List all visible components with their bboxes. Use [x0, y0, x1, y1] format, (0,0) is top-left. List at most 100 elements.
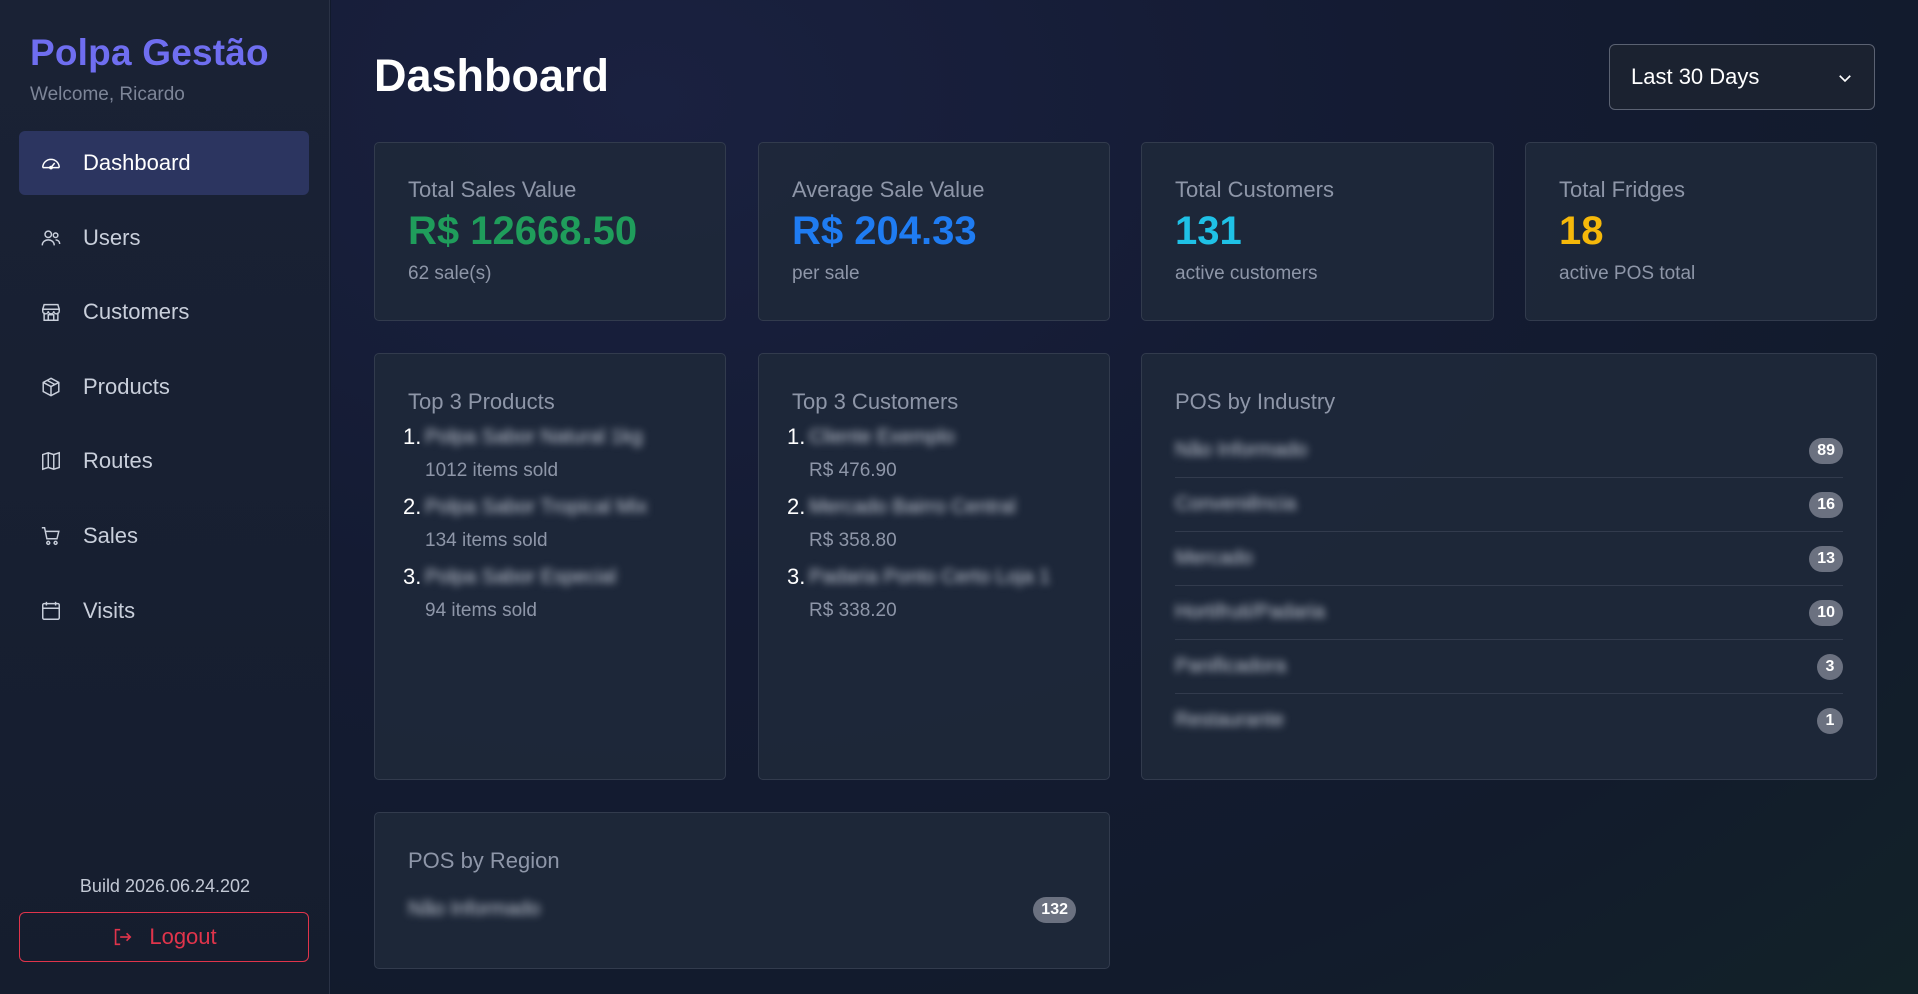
list-item: 2. Polpa Sabor Tropical Mix 134 items so…	[403, 494, 703, 564]
sidebar-item-label: Users	[83, 224, 141, 250]
stat-card-total-customers: Total Customers 131 active customers	[1141, 142, 1494, 321]
top-products-list: 1. Polpa Sabor Natural 1kg 1012 items so…	[403, 424, 703, 634]
rank-number: 3.	[787, 564, 806, 589]
sidebar-item-customers[interactable]: Customers	[19, 280, 309, 344]
stat-title: Total Sales Value	[408, 177, 577, 202]
list-item: Restaurante 1	[1175, 694, 1843, 748]
logout-button[interactable]: Logout	[19, 912, 309, 962]
sidebar-item-label: Sales	[83, 522, 139, 548]
sidebar-item-dashboard[interactable]: Dashboard	[19, 131, 309, 195]
welcome-text: Welcome, Ricardo	[30, 84, 185, 105]
top-products-card: Top 3 Products 1. Polpa Sabor Natural 1k…	[374, 353, 726, 780]
page-title: Dashboard	[374, 50, 610, 101]
pos-by-region-card: POS by Region Não Informado 132	[374, 812, 1110, 969]
items-sold: 94 items sold	[425, 600, 537, 621]
count-badge: 1	[1817, 708, 1843, 734]
list-item: Conveniência 16	[1175, 478, 1843, 532]
count-badge: 3	[1817, 654, 1843, 680]
top-customers-list: 1. Cliente Exemplo R$ 476.90 2. Mercado …	[787, 424, 1087, 634]
list-item: 3. Padaria Ponto Certo Loja 1 R$ 338.20	[787, 564, 1087, 634]
list-item: Mercado 13	[1175, 532, 1843, 586]
sidebar-item-label: Dashboard	[83, 150, 191, 175]
rank-number: 2.	[787, 494, 806, 519]
sidebar-item-label: Visits	[83, 597, 136, 623]
product-name: Polpa Sabor Tropical Mix	[425, 496, 648, 518]
list-item: Não Informado 132	[408, 883, 1076, 937]
industry-name: Restaurante	[1175, 709, 1284, 731]
list-item: 1. Polpa Sabor Natural 1kg 1012 items so…	[403, 424, 703, 494]
count-badge: 132	[1033, 897, 1076, 923]
count-badge: 16	[1809, 492, 1843, 518]
sidebar: Polpa Gestão Welcome, Ricardo Dashboard …	[0, 0, 330, 994]
product-name: Polpa Sabor Especial	[425, 566, 617, 588]
sidebar-item-products[interactable]: Products	[19, 355, 309, 419]
stat-subtitle: per sale	[792, 263, 860, 284]
count-badge: 10	[1809, 600, 1843, 626]
stat-value: R$ 204.33	[792, 209, 977, 253]
card-title: Top 3 Customers	[792, 389, 959, 414]
region-name: Não Informado	[408, 898, 541, 920]
stat-value: 18	[1559, 209, 1604, 253]
rank-number: 3.	[403, 564, 422, 589]
calendar-icon	[39, 599, 63, 623]
customer-name: Padaria Ponto Certo Loja 1	[809, 566, 1051, 588]
stat-title: Total Fridges	[1559, 177, 1685, 202]
customer-name: Cliente Exemplo	[809, 426, 955, 448]
date-range-select[interactable]: Last 30 Days	[1609, 44, 1875, 110]
sidebar-item-label: Customers	[83, 299, 190, 325]
stat-subtitle: active customers	[1175, 263, 1318, 284]
brand-title: Polpa Gestão	[30, 32, 269, 73]
stat-card-average-sale: Average Sale Value R$ 204.33 per sale	[758, 142, 1110, 321]
list-item: Não Informado 89	[1175, 424, 1843, 478]
items-sold: 134 items sold	[425, 530, 548, 551]
sidebar-item-routes[interactable]: Routes	[19, 429, 309, 493]
industry-name: Panificadora	[1175, 655, 1287, 677]
industry-name: Não Informado	[1175, 439, 1308, 461]
card-title: POS by Region	[408, 848, 560, 873]
industry-name: Mercado	[1175, 547, 1253, 569]
box-icon	[39, 375, 63, 399]
list-item: 1. Cliente Exemplo R$ 476.90	[787, 424, 1087, 494]
chevron-down-icon	[1839, 75, 1851, 83]
stat-card-total-sales: Total Sales Value R$ 12668.50 62 sale(s)	[374, 142, 726, 321]
sidebar-item-label: Routes	[83, 448, 153, 474]
industry-name: Conveniência	[1175, 493, 1297, 515]
store-icon	[39, 300, 63, 324]
sidebar-item-sales[interactable]: Sales	[19, 504, 309, 568]
users-icon	[39, 226, 63, 250]
list-item: Hortifruti/Padaria 10	[1175, 586, 1843, 640]
list-item: 3. Polpa Sabor Especial 94 items sold	[403, 564, 703, 634]
main-content: Dashboard Last 30 Days Total Sales Value…	[331, 0, 1918, 994]
list-item: Panificadora 3	[1175, 640, 1843, 694]
cart-icon	[39, 524, 63, 548]
sidebar-nav: Dashboard Users Customers Products Route…	[19, 131, 309, 653]
count-badge: 89	[1809, 438, 1843, 464]
build-version: Build 2026.06.24.202	[79, 876, 251, 896]
sidebar-item-visits[interactable]: Visits	[19, 579, 309, 643]
rank-number: 2.	[403, 494, 422, 519]
stat-value: 131	[1175, 209, 1242, 253]
top-customers-card: Top 3 Customers 1. Cliente Exemplo R$ 47…	[758, 353, 1110, 780]
product-name: Polpa Sabor Natural 1kg	[425, 426, 643, 448]
card-title: Top 3 Products	[408, 389, 555, 414]
logout-icon	[115, 928, 132, 946]
sidebar-item-users[interactable]: Users	[19, 206, 309, 270]
industry-name: Hortifruti/Padaria	[1175, 601, 1326, 623]
items-sold: 1012 items sold	[425, 460, 559, 481]
pos-by-industry-card: POS by Industry Não Informado 89 Conveni…	[1141, 353, 1877, 780]
rank-number: 1.	[787, 424, 806, 449]
stat-value: R$ 12668.50	[408, 209, 638, 253]
stat-title: Average Sale Value	[792, 177, 985, 202]
list-item: 2. Mercado Bairro Central R$ 358.80	[787, 494, 1087, 564]
map-icon	[39, 449, 63, 473]
speedometer-icon	[39, 151, 63, 175]
customer-total: R$ 476.90	[809, 460, 897, 481]
customer-name: Mercado Bairro Central	[809, 496, 1016, 518]
app-root: Polpa Gestão Welcome, Ricardo Dashboard …	[0, 0, 1918, 994]
stat-title: Total Customers	[1175, 177, 1334, 202]
sidebar-item-label: Products	[83, 373, 170, 399]
customer-total: R$ 358.80	[809, 530, 897, 551]
count-badge: 13	[1809, 546, 1843, 572]
rank-number: 1.	[403, 424, 422, 449]
stat-subtitle: active POS total	[1559, 263, 1696, 284]
